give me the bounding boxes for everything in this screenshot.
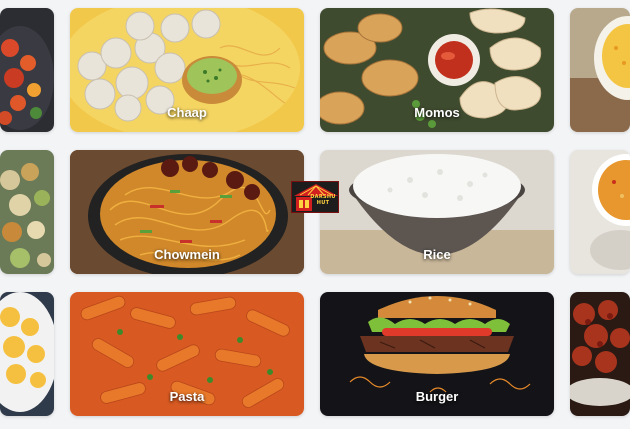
- restaurant-logo: DARSHU HUT: [291, 181, 339, 213]
- food-card-partial-left-top[interactable]: [0, 8, 54, 132]
- food-card-burger[interactable]: Burger: [320, 292, 554, 416]
- food-image: [0, 292, 54, 416]
- food-card-label: Pasta: [169, 389, 205, 404]
- food-card-label: Momos: [414, 105, 460, 120]
- logo-text: DARSHU HUT: [310, 194, 336, 206]
- food-card-partial-left-bottom[interactable]: [0, 292, 54, 416]
- food-card-partial-right-mid[interactable]: [570, 150, 630, 274]
- food-card-partial-right-bottom[interactable]: [570, 292, 630, 416]
- food-image: [570, 8, 630, 132]
- food-image: [570, 292, 630, 416]
- food-card-rice[interactable]: Rice: [320, 150, 554, 274]
- food-image: [570, 150, 630, 274]
- food-card-label: Rice: [423, 247, 451, 262]
- food-image: [0, 8, 54, 132]
- food-image: [0, 150, 54, 274]
- food-card-label: Chaap: [167, 105, 207, 120]
- food-card-chowmein[interactable]: Chowmein: [70, 150, 304, 274]
- food-card-partial-left-mid[interactable]: [0, 150, 54, 274]
- food-card-momos[interactable]: Momos: [320, 8, 554, 132]
- food-card-chaap[interactable]: Chaap: [70, 8, 304, 132]
- food-card-partial-right-top[interactable]: [570, 8, 630, 132]
- food-card-label: Chowmein: [154, 247, 220, 262]
- food-card-pasta[interactable]: Pasta: [70, 292, 304, 416]
- food-card-label: Burger: [415, 389, 459, 404]
